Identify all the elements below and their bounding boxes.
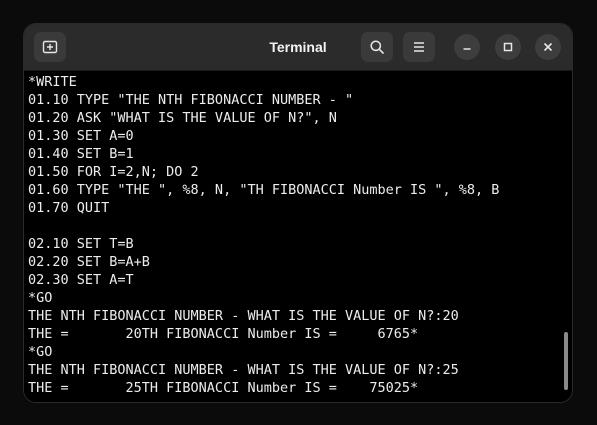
terminal-line: 02.20 SET B=A+B [28,254,150,270]
terminal-line: THE NTH FIBONACCI NUMBER - WHAT IS THE V… [28,362,459,378]
terminal-line: *WRITE [28,74,77,90]
close-button[interactable] [535,34,561,60]
terminal-window: Terminal *WRITE 01.10 TYPE "THE NTH FIBO… [24,24,572,402]
new-tab-button[interactable] [34,32,66,62]
maximize-button[interactable] [495,34,521,60]
terminal-line: THE = 25TH FIBONACCI Number IS = 75025* [28,380,419,396]
terminal-line: 01.10 TYPE "THE NTH FIBONACCI NUMBER - " [28,92,354,108]
maximize-icon [503,42,513,52]
terminal-line: 02.30 SET A=T [28,272,134,288]
new-tab-icon [42,40,58,54]
minimize-icon [463,48,471,50]
terminal-output: *WRITE 01.10 TYPE "THE NTH FIBONACCI NUMB… [28,73,499,397]
terminal-line: 01.50 FOR I=2,N; DO 2 [28,164,199,180]
terminal-line: THE NTH FIBONACCI NUMBER - WHAT IS THE V… [28,308,459,324]
terminal-line: *GO [28,290,53,306]
terminal-line: 01.20 ASK "WHAT IS THE VALUE OF N?", N [28,110,337,126]
terminal-line: THE = 20TH FIBONACCI Number IS = 6765* [28,326,419,342]
terminal-line: 01.70 QUIT [28,200,110,216]
menu-button[interactable] [403,32,435,62]
search-icon [370,40,384,54]
window-title: Terminal [269,39,327,55]
terminal-line: 01.60 TYPE "THE ", %8, N, "TH FIBONACCI … [28,182,500,198]
scrollbar-thumb[interactable] [564,332,568,390]
terminal-line: *GO [28,344,53,360]
titlebar: Terminal [24,24,572,71]
search-button[interactable] [361,32,393,62]
terminal-output-area[interactable]: *WRITE 01.10 TYPE "THE NTH FIBONACCI NUMB… [24,71,572,402]
terminal-line: 02.10 SET T=B [28,236,134,252]
minimize-button[interactable] [454,34,480,60]
terminal-line: 01.30 SET A=0 [28,128,134,144]
terminal-line: 01.40 SET B=1 [28,146,134,162]
hamburger-menu-icon [414,42,424,52]
close-icon [543,42,553,52]
